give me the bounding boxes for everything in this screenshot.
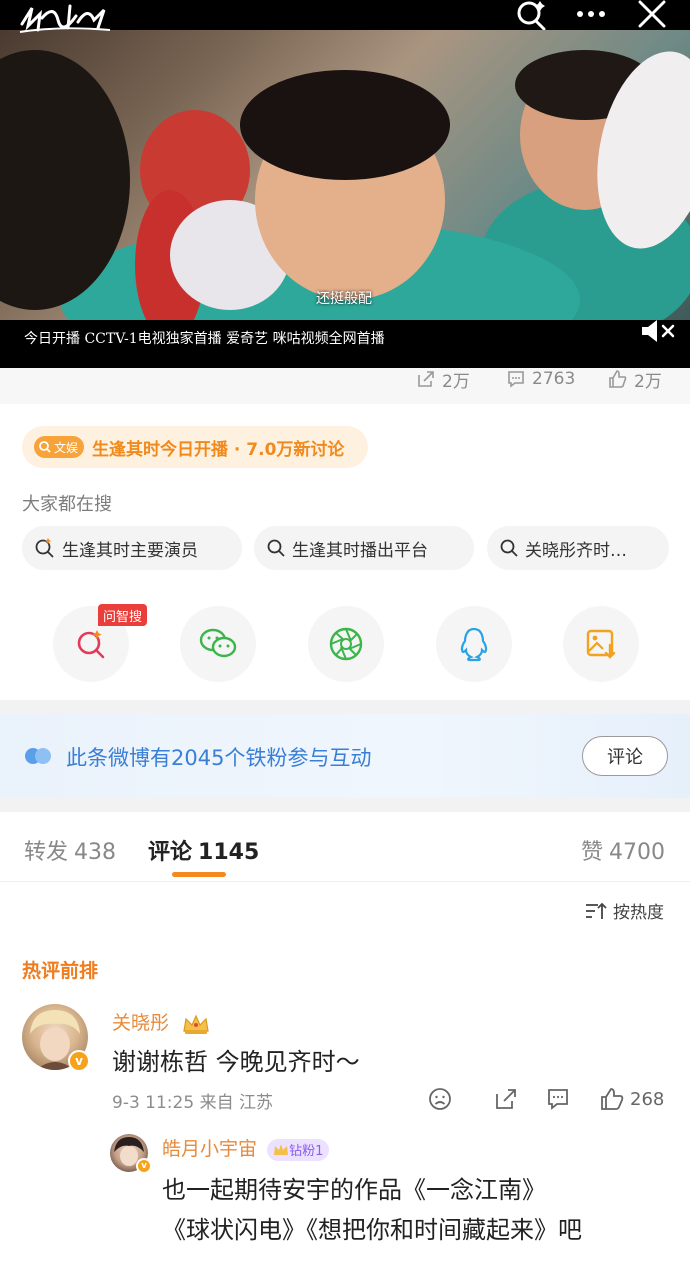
search-chip-1[interactable]: 生逢其时主要演员 bbox=[22, 526, 242, 570]
fan-level-label: 钻粉1 bbox=[289, 1144, 324, 1159]
topic-text: 生逢其时今日开播 · 7.0万新讨论 bbox=[92, 439, 345, 460]
reply-comment-button[interactable] bbox=[546, 1086, 570, 1112]
share-wechat-button[interactable] bbox=[180, 606, 256, 682]
comment-author[interactable]: 关晓彤 bbox=[112, 1008, 211, 1035]
tab-likes[interactable]: 赞 4700 bbox=[581, 834, 665, 866]
fans-icon bbox=[25, 748, 51, 764]
reply-text-line-2: 《球状闪电》《想把你和时间藏起来》吧 bbox=[162, 1216, 582, 1244]
share-icon bbox=[496, 1089, 516, 1109]
topic-badge-label: 文娱 bbox=[54, 440, 79, 455]
comment-icon bbox=[508, 371, 524, 388]
like-comment-button[interactable]: 268 bbox=[600, 1086, 664, 1112]
ask-search-icon bbox=[77, 630, 105, 659]
section-divider bbox=[0, 700, 690, 714]
close-icon[interactable] bbox=[636, 0, 670, 30]
wechat-icon bbox=[199, 628, 237, 658]
sort-toggle[interactable]: 按热度 bbox=[585, 898, 664, 923]
sad-face-icon bbox=[429, 1088, 451, 1110]
post-stats-bar: 2万 2763 2万 bbox=[0, 368, 690, 404]
tab-count: 4700 bbox=[609, 840, 666, 865]
verified-badge: v bbox=[136, 1158, 152, 1174]
search-icon[interactable] bbox=[514, 0, 548, 30]
video-caption: 今日开播 CCTV-1电视独家首播 爱奇艺 咪咕视频全网首播 bbox=[24, 331, 385, 347]
search-chip-label: 关晓彤齐时… bbox=[525, 540, 627, 561]
search-icon bbox=[267, 539, 285, 557]
frame-shape bbox=[240, 70, 450, 180]
topic-badge: 文娱 bbox=[34, 436, 85, 458]
mute-icon[interactable] bbox=[640, 318, 676, 344]
active-tab-indicator bbox=[172, 872, 226, 877]
reply-author[interactable]: 皓月小宇宙 钻粉1 bbox=[162, 1134, 330, 1161]
comment-button[interactable]: 评论 bbox=[582, 736, 668, 776]
tab-comments[interactable]: 评论 1145 bbox=[148, 834, 259, 866]
search-icon bbox=[39, 441, 51, 453]
share-icon bbox=[418, 371, 434, 387]
comment-author-name: 关晓彤 bbox=[112, 1012, 170, 1034]
dislike-button[interactable] bbox=[428, 1086, 452, 1112]
post-tabs: 转发 438 评论 1145 赞 4700 bbox=[0, 812, 690, 882]
ask-search-tag: 问智搜 bbox=[98, 604, 148, 626]
comment-text: 谢谢栋哲 今晚见齐时～ bbox=[112, 1048, 360, 1076]
share-qq-button[interactable] bbox=[436, 606, 512, 682]
sort-icon bbox=[586, 902, 607, 919]
comment-stat[interactable]: 2763 bbox=[506, 368, 575, 390]
hot-search-icon bbox=[35, 538, 54, 558]
search-chip-label: 生逢其时播出平台 bbox=[292, 540, 428, 561]
more-icon[interactable] bbox=[574, 0, 608, 30]
tab-label: 赞 bbox=[581, 840, 604, 865]
video-player[interactable]: 还挺般配 今日开播 CCTV-1电视独家首播 爱奇艺 咪咕视频全网首播 bbox=[0, 0, 690, 368]
comment-icon bbox=[548, 1089, 568, 1110]
tab-count: 1145 bbox=[198, 840, 260, 865]
reply-text-line-1: 也一起期待安宇的作品《一念江南》 bbox=[162, 1176, 546, 1204]
repost-stat[interactable]: 2万 bbox=[416, 368, 470, 392]
tab-count: 438 bbox=[74, 840, 117, 865]
repost-count: 2万 bbox=[442, 371, 470, 392]
thumbs-up-icon bbox=[609, 370, 627, 388]
save-image-icon bbox=[586, 629, 616, 659]
comment-count: 2763 bbox=[532, 369, 576, 389]
save-image-button[interactable] bbox=[563, 606, 639, 682]
search-icon bbox=[500, 539, 518, 557]
qq-icon bbox=[460, 627, 488, 662]
fan-level-badge: 钻粉1 bbox=[267, 1138, 330, 1161]
video-subtitle: 还挺般配 bbox=[316, 291, 372, 307]
share-comment-button[interactable] bbox=[494, 1086, 518, 1112]
moments-icon bbox=[329, 627, 363, 661]
tab-reposts[interactable]: 转发 438 bbox=[24, 834, 116, 866]
drama-logo bbox=[19, 4, 111, 33]
thumbs-up-icon bbox=[601, 1088, 624, 1110]
comment-meta: 9-3 11:25 来自 江苏 bbox=[112, 1093, 273, 1113]
crown-icon bbox=[274, 1143, 289, 1155]
iron-fans-text: 此条微博有2045个铁粉参与互动 bbox=[66, 746, 372, 770]
post-extras-card: 文娱 生逢其时今日开播 · 7.0万新讨论 大家都在搜 生逢其时主要演员 生逢其… bbox=[0, 404, 690, 700]
search-chip-label: 生逢其时主要演员 bbox=[62, 540, 198, 561]
share-moments-button[interactable] bbox=[308, 606, 384, 682]
reply-author-name: 皓月小宇宙 bbox=[162, 1138, 258, 1160]
hot-comments-heading: 热评前排 bbox=[22, 960, 99, 982]
search-chip-3[interactable]: 关晓彤齐时… bbox=[487, 526, 669, 570]
trending-topic-pill[interactable]: 文娱 生逢其时今日开播 · 7.0万新讨论 bbox=[22, 426, 368, 468]
comment-like-count: 268 bbox=[630, 1088, 665, 1110]
tab-label: 转发 bbox=[24, 840, 69, 865]
sort-label: 按热度 bbox=[613, 903, 664, 923]
search-chip-2[interactable]: 生逢其时播出平台 bbox=[254, 526, 474, 570]
like-count: 2万 bbox=[634, 371, 662, 392]
tab-label: 评论 bbox=[148, 840, 193, 865]
like-stat[interactable]: 2万 bbox=[608, 368, 662, 392]
related-search-heading: 大家都在搜 bbox=[22, 494, 112, 515]
crown-icon bbox=[183, 1014, 209, 1034]
iron-fans-banner: 此条微博有2045个铁粉参与互动 评论 bbox=[0, 714, 690, 798]
verified-badge: v bbox=[68, 1050, 90, 1072]
section-divider bbox=[0, 798, 690, 812]
video-frame[interactable]: 还挺般配 bbox=[0, 30, 690, 320]
